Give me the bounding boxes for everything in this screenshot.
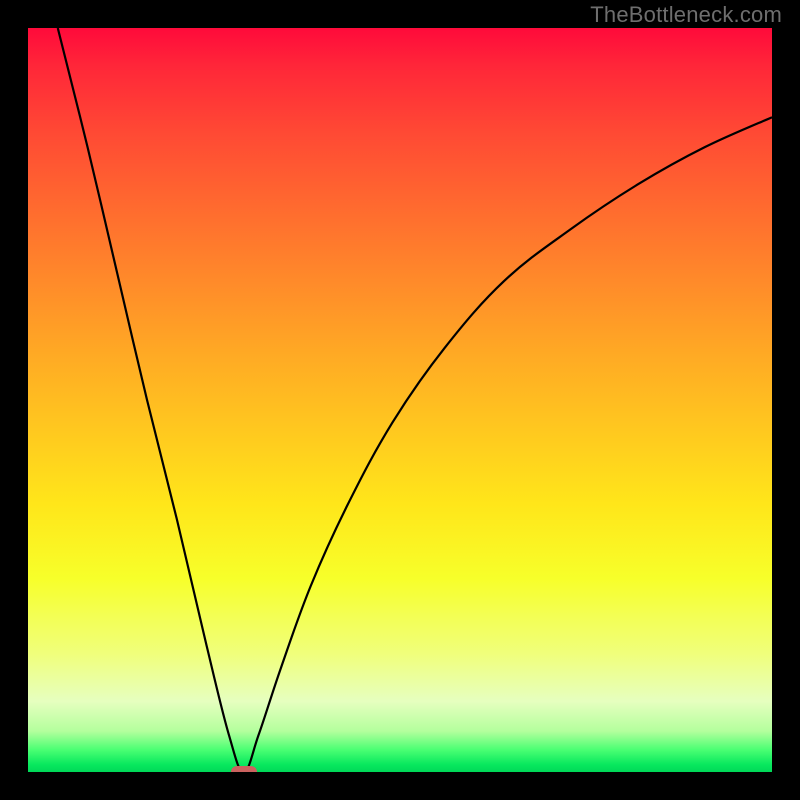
watermark-text: TheBottleneck.com [590,2,782,28]
curve-layer [28,28,772,772]
minimum-marker [231,766,257,772]
curve-path [58,28,772,772]
plot-area [28,28,772,772]
